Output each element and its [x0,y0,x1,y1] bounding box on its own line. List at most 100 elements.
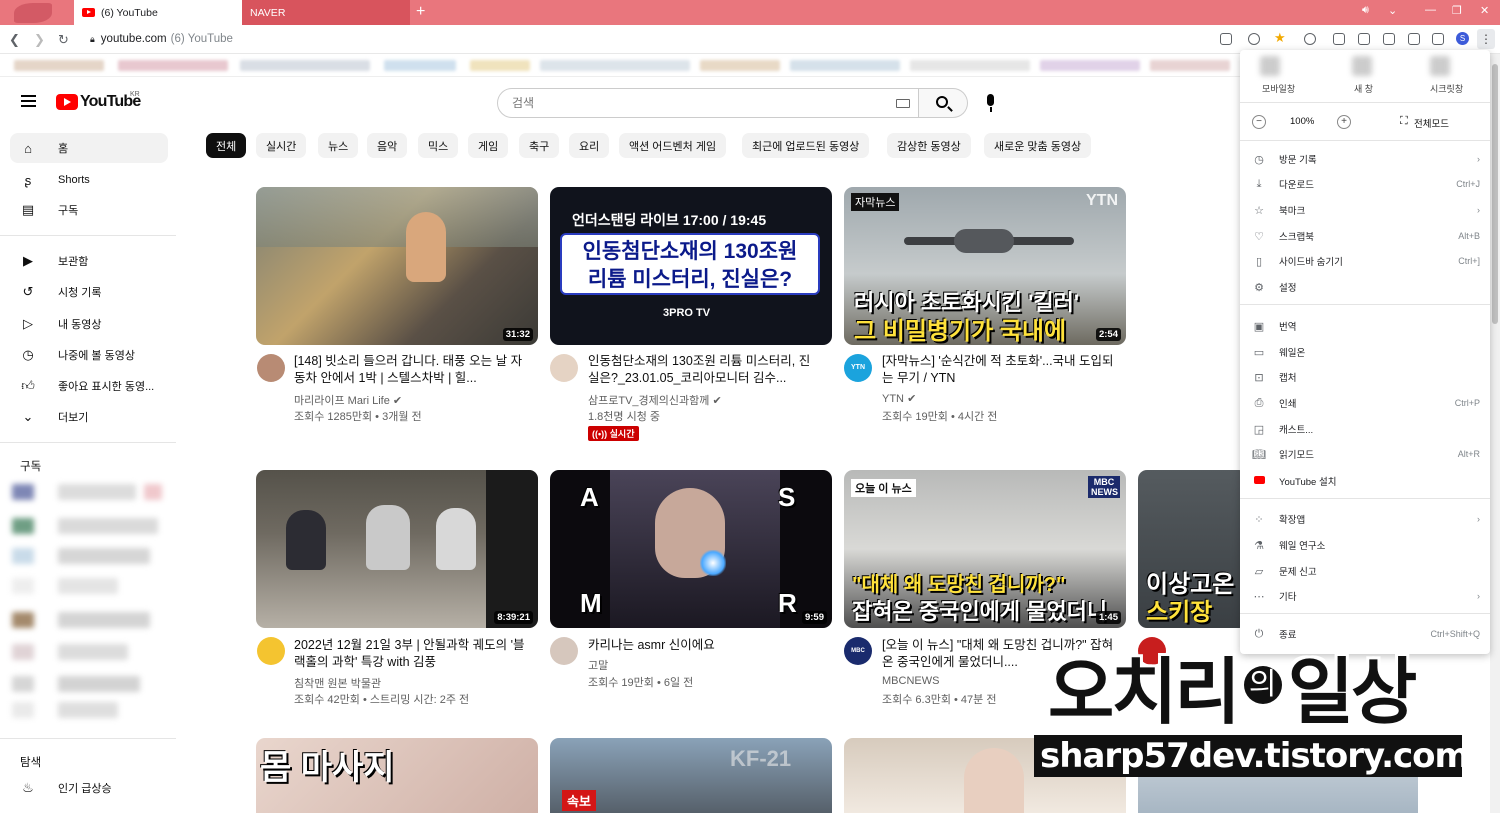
keyboard-icon[interactable] [896,99,910,108]
menu-item-print[interactable]: ⎙ 인쇄 Ctrl+P [1240,392,1490,414]
menu-item-history[interactable]: ◷ 방문 기록 › [1240,148,1490,170]
chip[interactable]: 새로운 맞춤 동영상 [984,133,1092,158]
video-thumbnail[interactable]: 자막뉴스 YTN 러시아 초토화시킨 '킬러' 그 비밀병기가 국내에 2:54 [844,187,1126,345]
sidebar-item-more[interactable]: ⌄ 더보기 [10,402,168,432]
fullscreen-icon[interactable]: ⛶ [1400,115,1408,128]
chip[interactable]: 음악 [367,133,408,158]
tab-naver[interactable]: NAVER [242,0,410,25]
menu-mobile-window[interactable]: 모바일창 [1262,82,1295,95]
chip[interactable]: 게임 [468,133,509,158]
menu-fullscreen[interactable]: 전체모드 [1414,116,1449,130]
sidebar-item-library[interactable]: ▶︎ 보관함 [10,246,168,276]
zoom-out-button[interactable]: − [1252,115,1266,129]
back-icon[interactable]: ❮ [9,32,20,48]
search-input[interactable] [512,96,882,110]
menu-item-bookmarks[interactable]: ☆ 북마크 › [1240,199,1490,221]
forward-icon[interactable]: ❯ [34,32,45,48]
video-title[interactable]: [자막뉴스] '순식간에 적 초토화'...국내 도입되는 무기 / YTN [882,353,1114,387]
guide-menu-icon[interactable] [21,95,36,107]
bookmark-item[interactable] [1150,60,1230,71]
menu-item-settings[interactable]: ⚙ 설정 [1240,276,1490,298]
youtube-logo[interactable]: YouTube [56,93,141,111]
minimize-icon[interactable]: — [1425,4,1436,16]
channel-name[interactable]: YTN ✔ [882,392,916,405]
menu-item-capture[interactable]: ⊡ 캡처 [1240,366,1490,388]
video-thumbnail[interactable]: 속보 KF-21 [550,738,832,813]
subscription-item[interactable] [12,546,172,566]
menu-item-whale-lab[interactable]: ⚗ 웨일 연구소 [1240,534,1490,556]
sidebar-item-subscriptions[interactable]: ▤ 구독 [10,195,168,225]
menu-item-more[interactable]: ⋯ 기타 › [1240,585,1490,607]
search-button[interactable] [919,88,968,118]
video-thumbnail[interactable]: 31:32 [256,187,538,345]
channel-avatar[interactable]: YTN [844,354,872,382]
url-field[interactable]: 🔒︎ youtube.com (6) YouTube [90,33,233,45]
subscription-item[interactable] [12,482,172,502]
sound-icon[interactable]: 🔊︎ [1362,4,1369,17]
video-title[interactable]: 인동첨단소재의 130조원 리튬 미스터리, 진실은?_23.01.05_코리아… [588,353,820,387]
video-thumbnail[interactable]: 오늘 이 뉴스 MBC NEWS "대체 왜 도망친 겁니까?" 잡혀온 중국인… [844,470,1126,628]
extension-icon[interactable] [1304,33,1316,45]
new-tab-button[interactable]: + [416,3,425,21]
sidebar-item-watch-later[interactable]: ◷ 나중에 볼 동영상 [10,340,168,370]
bookmark-item[interactable] [910,60,1030,71]
video-thumbnail[interactable]: 8:39:21 [256,470,538,628]
video-thumbnail[interactable]: 언더스탠딩 라이브 17:00 / 19:45 인동첨단소재의 130조원 리튬… [550,187,832,345]
menu-item-translate[interactable]: ▣ 번역 [1240,315,1490,337]
subscription-item[interactable] [12,610,172,630]
chip[interactable]: 액션 어드벤처 게임 [619,133,727,158]
menu-item-report[interactable]: ▱ 문제 신고 [1240,560,1490,582]
channel-name[interactable]: 고말 [588,657,608,673]
menu-item-whale-on[interactable]: ▭ 웨일온 [1240,341,1490,363]
mic-icon[interactable] [984,92,996,114]
menu-incognito-window[interactable]: 시크릿창 [1430,82,1463,95]
channel-avatar[interactable] [550,637,578,665]
bookmark-item[interactable] [1040,60,1140,71]
sidebar-item-shorts[interactable]: ʂ Shorts [10,165,168,195]
channel-name[interactable]: MBCNEWS [882,675,939,687]
video-icon[interactable] [1383,33,1395,45]
subscription-item[interactable] [12,516,172,536]
menu-item-cast[interactable]: ◲ 캐스트... [1240,418,1490,440]
video-thumbnail[interactable]: 이상고온 스키장 [1138,470,1248,628]
sidebar-icon[interactable] [1432,33,1444,45]
menu-item-downloads[interactable]: ⤓ 다운로드 Ctrl+J [1240,173,1490,195]
playlist-icon[interactable] [1333,33,1345,45]
bookmark-item[interactable] [118,60,228,71]
bookmark-item[interactable] [790,60,900,71]
channel-name[interactable]: 삼프로TV_경제의신과함께 ✔ [588,392,722,408]
chip[interactable]: 요리 [569,133,610,158]
chip[interactable]: 믹스 [418,133,459,158]
channel-avatar[interactable]: MBC [844,637,872,665]
menu-item-scrapbook[interactable]: ♡ 스크랩북 Alt+B [1240,225,1490,247]
channel-name[interactable]: 마리라이프 Mari Life ✔ [294,392,402,408]
tab-youtube[interactable]: (6) YouTube [74,0,242,25]
subscription-item[interactable] [12,674,172,694]
zoom-in-button[interactable]: + [1337,115,1351,129]
sidebar-item-home[interactable]: ⌂ 홈 [10,133,168,163]
scrollbar-thumb[interactable] [1492,64,1498,324]
menu-item-hide-sidebar[interactable]: ▯ 사이드바 숨기기 Ctrl+] [1240,250,1490,272]
menu-item-install-youtube[interactable]: YouTube 설치 [1240,470,1490,492]
channel-name[interactable]: 침착맨 원본 박물관 [294,675,381,691]
menu-kebab-icon[interactable]: ⋮ [1477,29,1495,49]
bookmark-item[interactable] [700,60,780,71]
page-scrollbar[interactable] [1490,54,1500,813]
bookmark-item[interactable] [540,60,690,71]
subscription-item[interactable] [12,576,172,596]
chip[interactable]: 최근에 업로드된 동영상 [742,133,870,158]
sidebar-item-your-videos[interactable]: ▷ 내 동영상 [10,309,168,339]
channel-avatar[interactable] [257,637,285,665]
video-title[interactable]: [148] 빗소리 들으러 갑니다. 태풍 오는 날 자동차 안에서 1박 | … [294,353,526,387]
close-icon[interactable]: ✕ [1480,4,1489,17]
bookmark-item[interactable] [470,60,530,71]
channel-avatar[interactable] [550,354,578,382]
chevron-down-icon[interactable]: ⌄ [1388,4,1397,17]
menu-new-window[interactable]: 새 창 [1354,82,1373,95]
chip[interactable]: 실시간 [256,133,307,158]
share-icon[interactable] [1220,33,1232,45]
bookmark-item[interactable] [14,60,104,71]
subscription-item[interactable] [12,700,172,720]
bookmark-item[interactable] [240,60,370,71]
chip[interactable]: 감상한 동영상 [887,133,971,158]
